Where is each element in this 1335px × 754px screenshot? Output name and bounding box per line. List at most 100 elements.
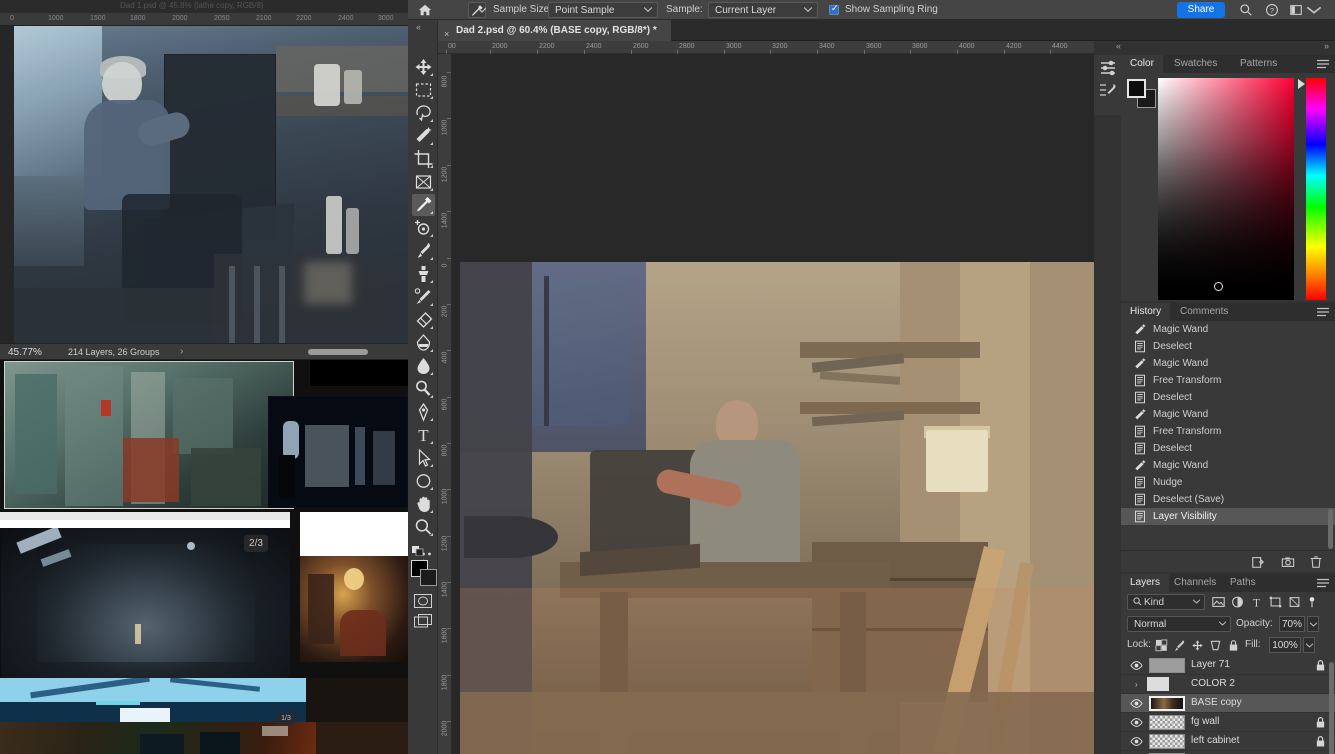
tab-patterns[interactable]: Patterns <box>1231 55 1286 73</box>
gradient-tool[interactable] <box>412 332 435 354</box>
blur-tool[interactable] <box>412 355 435 377</box>
reference-thumb-workshop-green[interactable] <box>4 361 294 509</box>
path-selection-tool[interactable] <box>412 447 435 469</box>
history-item[interactable]: Nudge <box>1121 474 1335 491</box>
pixel-filter-icon[interactable] <box>1211 595 1226 609</box>
horizontal-ruler[interactable]: 00 2000 2200 2400 2600 2800 3000 3200 34… <box>438 41 1094 54</box>
fill-value[interactable]: 100% <box>1269 637 1301 653</box>
pen-tool[interactable] <box>412 401 435 423</box>
reference-thumb-white-block[interactable] <box>300 512 408 556</box>
history-brush-tool[interactable] <box>412 286 435 308</box>
sample-size-dropdown[interactable]: Point Sample <box>548 2 658 18</box>
move-tool[interactable] <box>412 56 435 78</box>
dodge-tool[interactable] <box>412 378 435 400</box>
panel-collapse-left-icon[interactable]: « <box>1116 41 1121 51</box>
history-item[interactable]: Free Transform <box>1121 372 1335 389</box>
toolbar-collapse-chevrons[interactable]: « <box>416 22 421 32</box>
history-item[interactable]: Magic Wand <box>1121 321 1335 338</box>
tab-channels[interactable]: Channels <box>1165 574 1225 592</box>
layer-visibility-eye-icon[interactable] <box>1130 717 1143 728</box>
layers-list[interactable]: Layer 71 › COLOR 2 BASE copy fg wall left cab… <box>1121 656 1335 754</box>
panel-menu-icon[interactable] <box>1317 307 1329 317</box>
lasso-tool[interactable] <box>412 102 435 124</box>
search-icon[interactable] <box>1239 3 1253 17</box>
magic-wand-tool[interactable] <box>412 125 435 147</box>
reference-thumb-dark-block[interactable] <box>306 678 408 722</box>
reference-thumb-sky-scene[interactable] <box>0 678 306 722</box>
layer-thumbnail[interactable] <box>1147 677 1169 691</box>
panel-menu-icon[interactable] <box>1317 578 1329 588</box>
history-item[interactable]: Magic Wand <box>1121 355 1335 372</box>
shape-filter-icon[interactable] <box>1268 595 1283 609</box>
canvas-area[interactable] <box>452 54 1094 754</box>
home-icon[interactable] <box>418 3 432 17</box>
color-field-shade[interactable] <box>1158 78 1294 300</box>
eraser-tool[interactable] <box>412 309 435 331</box>
tab-swatches[interactable]: Swatches <box>1165 55 1226 73</box>
background-scrollbar[interactable] <box>308 349 368 355</box>
history-item[interactable]: Deselect (Save) <box>1121 491 1335 508</box>
opacity-value[interactable]: 70% <box>1279 616 1305 632</box>
hue-slider[interactable] <box>1306 78 1326 300</box>
history-list[interactable]: Magic Wand Deselect Magic Wand Free Transfo… <box>1121 321 1335 550</box>
background-color-swatch[interactable] <box>420 569 437 586</box>
chevron-down-icon[interactable] <box>1307 6 1321 14</box>
group-expand-chevron-icon[interactable]: › <box>1135 680 1138 689</box>
layer-thumbnail[interactable] <box>1149 658 1185 673</box>
layer-thumbnail[interactable] <box>1149 696 1185 711</box>
reference-thumb-black-strip[interactable] <box>310 360 408 386</box>
background-document-window[interactable]: Dad 1.psd @ 45.8% (lathe copy, RGB/8) 01… <box>0 0 408 754</box>
tab-comments[interactable]: Comments <box>1171 303 1237 321</box>
reference-thumb-warm-room[interactable] <box>300 556 408 662</box>
type-filter-icon[interactable]: T <box>1249 595 1264 609</box>
rectangular-marquee-tool[interactable] <box>412 79 435 101</box>
screen-mode-icon[interactable] <box>414 614 432 628</box>
history-item[interactable]: Layer Visibility <box>1121 508 1335 525</box>
history-item[interactable]: Magic Wand <box>1121 406 1335 423</box>
show-sampling-ring-checkbox[interactable] <box>829 3 839 15</box>
layer-row[interactable]: Layer 71 <box>1121 656 1335 675</box>
foreground-background-color[interactable] <box>411 560 437 586</box>
history-item[interactable]: Free Transform <box>1121 423 1335 440</box>
color-panel-swatches[interactable] <box>1127 79 1156 108</box>
layer-row[interactable]: fg wall <box>1121 713 1335 732</box>
layer-row[interactable]: › COLOR 2 <box>1121 675 1335 694</box>
share-button[interactable]: Share <box>1177 2 1225 18</box>
clone-stamp-tool[interactable] <box>412 263 435 285</box>
reference-thumb-fire-scene[interactable] <box>0 722 408 754</box>
create-document-from-state-icon[interactable] <box>1251 555 1265 569</box>
artboard[interactable] <box>460 262 1094 754</box>
quick-mask-icon[interactable] <box>414 594 432 608</box>
layers-scrollbar[interactable] <box>1329 662 1334 754</box>
lock-all-icon[interactable] <box>1227 639 1240 652</box>
layer-thumbnail[interactable] <box>1149 734 1185 749</box>
status-expand-arrow[interactable]: › <box>180 346 183 357</box>
filter-toggle-icon[interactable] <box>1306 595 1318 609</box>
history-item[interactable]: Deselect <box>1121 440 1335 457</box>
filter-kind-dropdown[interactable]: Kind <box>1127 594 1205 610</box>
help-icon[interactable]: ? <box>1265 3 1279 17</box>
reference-thumbnail-strip[interactable]: 2/3 1/3 <box>0 360 408 754</box>
tab-history[interactable]: History <box>1121 303 1171 321</box>
sample-dropdown[interactable]: Current Layer <box>708 2 818 18</box>
frame-tool[interactable] <box>412 171 435 193</box>
background-canvas[interactable] <box>14 26 408 343</box>
color-field-marker[interactable] <box>1214 282 1223 291</box>
history-item[interactable]: Deselect <box>1121 389 1335 406</box>
smart-object-filter-icon[interactable] <box>1287 595 1302 609</box>
tab-color[interactable]: Color <box>1121 55 1163 73</box>
adjustments-panel-icon[interactable] <box>1098 58 1118 78</box>
layer-row[interactable]: BASE copy <box>1121 694 1335 713</box>
zoom-tool[interactable] <box>412 516 435 538</box>
tab-paths[interactable]: Paths <box>1221 574 1265 592</box>
adjustment-filter-icon[interactable] <box>1230 595 1245 609</box>
document-tab[interactable]: × Dad 2.psd @ 60.4% (BASE copy, RGB/8*) … <box>438 20 672 41</box>
lock-transparent-pixels-icon[interactable] <box>1155 639 1168 652</box>
eyedropper-tool[interactable] <box>412 194 435 216</box>
horizontal-type-tool[interactable]: T <box>412 424 435 446</box>
tab-layers[interactable]: Layers <box>1121 574 1170 592</box>
delete-icon[interactable] <box>1309 555 1323 569</box>
opacity-stepper[interactable] <box>1307 616 1319 632</box>
hand-tool[interactable] <box>412 493 435 515</box>
history-item[interactable]: Deselect <box>1121 338 1335 355</box>
